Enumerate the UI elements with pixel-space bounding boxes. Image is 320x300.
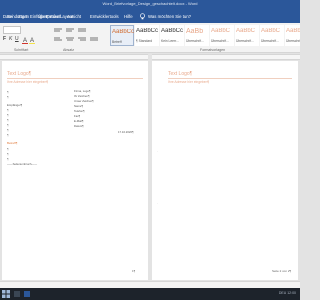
tell-me-search[interactable]: Was möchten Sie tun? [148, 14, 191, 19]
info-line: Unser Zeichen¶ [74, 99, 94, 103]
bold-button[interactable]: F [3, 36, 6, 42]
tab-ansicht[interactable]: Ansicht [67, 14, 81, 19]
paragraph-mark: ¶ [7, 157, 9, 161]
ribbon-tabs: Datei Start Einfügen Entwurf Layout Send… [0, 10, 300, 23]
document-page-2[interactable]: Text Logo¶ Ihre Adresse hier eingeben¶ ·… [152, 61, 298, 280]
style-ueberschrift-5[interactable]: AaBbC Überschrif... [285, 25, 300, 46]
horizontal-ruler-right[interactable] [152, 54, 300, 60]
header-rule [7, 78, 143, 79]
style-ueberschrift-1[interactable]: AaBb Überschrif... [185, 25, 209, 46]
window-title: Word_Briefvorlage_Design_geschachtelt.do… [102, 1, 198, 6]
paragraph-group-label: Absatz [63, 48, 74, 52]
style-label: Betreff [112, 40, 122, 44]
recipient-line: Empfänger¶ [7, 103, 23, 107]
taskbar: DEU 12:00 [0, 288, 300, 300]
info-line: E-Mail¶ [74, 119, 84, 123]
windows-start-icon[interactable] [2, 290, 10, 298]
margin-mark: · [157, 149, 158, 153]
word-app-icon[interactable] [24, 291, 30, 297]
paragraph-buttons[interactable] [52, 26, 104, 46]
style-sample: AaBbC [236, 28, 256, 34]
style-sample: AaBbC [211, 28, 231, 34]
styles-group-label: Formatvorlagen [200, 48, 226, 52]
paragraph-mark: ¶ [7, 113, 9, 117]
header-address: Ihre Adresse hier eingeben¶ [168, 80, 210, 84]
style-sample: AaBbCcI [112, 29, 134, 35]
lightbulb-icon[interactable] [139, 13, 146, 20]
style-betreff[interactable]: AaBbCcI Betreff [110, 25, 134, 46]
paragraph-mark: ¶ [7, 147, 9, 151]
underline-button[interactable]: U [15, 36, 19, 42]
style-label: ¶ Standard [136, 39, 153, 43]
header-rule [168, 78, 292, 79]
style-sample: AaBbCcD [136, 28, 158, 34]
page-footer: Seite 2 von 2¶ [272, 269, 292, 273]
style-label: Überschrif... [286, 39, 300, 43]
font-color-icon[interactable]: A A [22, 36, 36, 44]
paragraph-mark: ¶ [7, 123, 9, 127]
paragraph-mark: ¶ [7, 108, 9, 112]
tab-hilfe[interactable]: Hilfe [124, 14, 133, 19]
style-standard[interactable]: AaBbCcD ¶ Standard [135, 25, 159, 46]
date-line: 17.10.2020¶ [118, 130, 134, 134]
ribbon: F K U A A Schriftart Absatz AaBbCcI Betr… [0, 23, 300, 53]
page-break-marker: ——Seitenumbruch—— [7, 162, 37, 166]
style-sample: AaBbC [261, 28, 281, 34]
font-group-label: Schriftart [14, 48, 29, 52]
info-line: Datum¶ [74, 124, 84, 128]
info-line: Firma, Logo¶ [74, 89, 91, 93]
font-name-dropdown[interactable] [3, 26, 21, 34]
style-label: Kein Leerr... [161, 39, 179, 43]
info-line: Telefon¶ [74, 109, 85, 113]
paragraph-mark: ¶ [7, 90, 9, 94]
paragraph-mark: ¶ [7, 118, 9, 122]
info-line: Name¶ [74, 104, 83, 108]
header-logo-text: Text Logo¶ [7, 71, 32, 77]
paragraph-mark: ¶ [7, 133, 9, 137]
style-label: Überschrif... [211, 39, 229, 43]
info-line: Ihr Zeichen¶ [74, 94, 90, 98]
tab-ueberpruefen[interactable]: Überprüfen [38, 14, 60, 19]
style-kein-leerraum[interactable]: AaBbCcD Kein Leerr... [160, 25, 184, 46]
header-logo-text: Text Logo¶ [168, 71, 193, 77]
style-ueberschrift-4[interactable]: AaBbC Überschrif... [260, 25, 284, 46]
horizontal-ruler-left[interactable] [0, 54, 148, 60]
paragraph-mark: ¶ [7, 128, 9, 132]
tab-sendungen[interactable]: Sendungen [7, 14, 29, 19]
title-bar: Word_Briefvorlage_Design_geschachtelt.do… [0, 0, 300, 10]
style-ueberschrift-2[interactable]: AaBbC Überschrif... [210, 25, 234, 46]
style-label: Überschrif... [261, 39, 279, 43]
subject-line: Betreff¶ [7, 141, 18, 145]
style-sample: AaBbCcD [161, 28, 183, 34]
status-bar [0, 281, 300, 288]
margin-mark: · [157, 201, 158, 205]
style-ueberschrift-3[interactable]: AaBbC Überschrif... [235, 25, 259, 46]
header-address: Ihre Adresse hier eingeben¶ [7, 80, 49, 84]
document-page-1[interactable]: Text Logo¶ Ihre Adresse hier eingeben¶ ¶… [2, 61, 148, 280]
paragraph-mark: ¶ [7, 152, 9, 156]
system-tray: DEU 12:00 [278, 291, 296, 295]
italic-button[interactable]: K [9, 36, 12, 42]
paragraph-mark: ¶ [7, 95, 9, 99]
style-label: Überschrif... [236, 39, 254, 43]
info-line: Fax¶ [74, 114, 81, 118]
style-label: Überschrif... [186, 39, 204, 43]
style-sample: AaBb [186, 28, 204, 35]
tab-entwicklertools[interactable]: Entwicklertools [90, 14, 119, 19]
taskbar-app-icon[interactable] [14, 291, 20, 297]
style-sample: AaBbC [286, 28, 300, 34]
page-number: 1¶ [132, 269, 136, 273]
